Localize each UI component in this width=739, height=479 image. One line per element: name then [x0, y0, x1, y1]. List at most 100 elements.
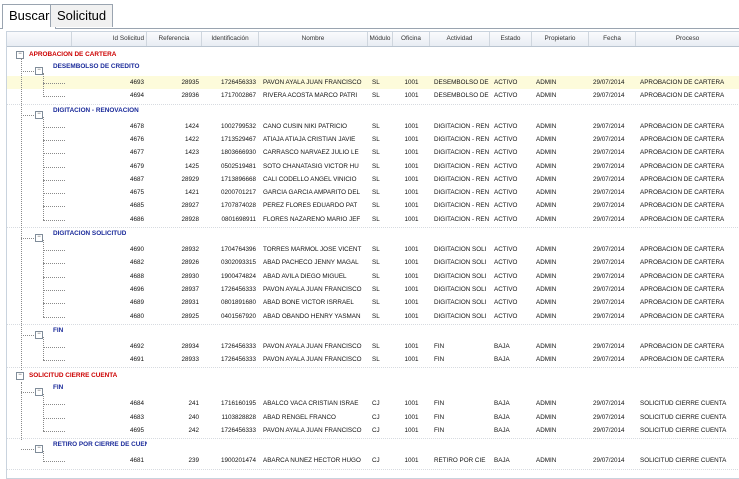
cell-actividad: DESEMBOLSO DE	[434, 79, 489, 86]
column-header-ident[interactable]: Identificación	[202, 32, 259, 46]
cell-actividad: FIN	[434, 400, 445, 408]
cell-nombre: ATIAJA ATIAJA CRISTIAN JAVIE	[263, 135, 356, 143]
table-row[interactable]: 4690 28932 1704764396 TORRES MARMOL JOSE VI…	[7, 243, 739, 256]
cell-fecha: 29/07/2014	[593, 427, 625, 434]
cell-ref: 1421	[184, 189, 199, 197]
cell-nombre: ABAD PACHECO JENNY MAGAL	[263, 259, 359, 267]
table-row[interactable]: 4692 28934 1726456333 PAVON AYALA JUAN FRAN…	[7, 340, 739, 353]
table-row[interactable]: 4680 28925 0401567920 ABAD OBANDO HENRY YAS…	[7, 310, 739, 323]
cell-propietario: ADMIN	[536, 175, 557, 183]
table-row[interactable]: 4693 28935 1726456333 PAVON AYALA JUAN FRAN…	[7, 76, 739, 89]
expand-toggle-icon[interactable]: −	[35, 67, 43, 75]
table-row[interactable]: 4695 242 1726456333 PAVON AYALA JUAN FRANCI…	[7, 424, 739, 437]
cell-proceso: APROBACION DE CARTERA	[640, 79, 725, 86]
cell-nombre: PAVON AYALA JUAN FRANCISCO	[263, 79, 362, 86]
column-header-nombre[interactable]: Nombre	[259, 32, 368, 46]
table-row[interactable]: 4685 28927 1707874028 PEREZ FLORES EDUARDO …	[7, 199, 739, 212]
table-row[interactable]: 4675 1421 0200701217 GARCIA GARCIA AMPARITO…	[7, 186, 739, 199]
expand-toggle-icon[interactable]: −	[35, 234, 43, 242]
expand-toggle-icon[interactable]: −	[16, 372, 24, 381]
cell-ident: 1900201474	[220, 457, 256, 465]
table-row[interactable]: 4689 28931 0801891680 ABAD BONE VICTOR ISRR…	[7, 296, 739, 309]
tree-connector	[43, 83, 65, 84]
tree-connector	[43, 336, 44, 361]
cell-oficina: 1001	[404, 312, 419, 320]
column-header-id[interactable]: Id Solicitud	[72, 32, 147, 46]
cell-oficina: 1001	[404, 259, 419, 267]
table-row[interactable]: 4686 28928 0801698911 FLORES NAZARENO MARIO…	[7, 213, 739, 226]
cell-ident: 0502519481	[220, 162, 256, 170]
cell-ident: 0200701217	[220, 189, 256, 197]
expand-toggle-icon[interactable]: −	[35, 110, 43, 119]
expand-toggle-icon[interactable]: −	[16, 51, 24, 59]
cell-modulo: SL	[372, 312, 380, 320]
cell-modulo: SL	[372, 189, 380, 197]
table-row[interactable]: 4691 28933 1726456333 PAVON AYALA JUAN FRAN…	[7, 353, 739, 366]
table-row[interactable]: 4696 28937 1726456333 PAVON AYALA JUAN FRAN…	[7, 283, 739, 296]
column-header-modulo[interactable]: Módulo	[368, 32, 393, 46]
cell-ident: 1713529467	[220, 135, 256, 143]
column-header-ref[interactable]: Referencia	[147, 32, 202, 46]
group-separator	[7, 323, 739, 325]
tree-connector	[43, 394, 44, 432]
cell-estado: ACTIVO	[494, 135, 518, 143]
cell-modulo: SL	[372, 259, 380, 267]
column-header-estado[interactable]: Estado	[490, 32, 532, 46]
cell-fecha: 29/07/2014	[593, 400, 625, 408]
tree-connector	[21, 58, 22, 370]
cell-actividad: DIGITACION - REN	[434, 202, 490, 210]
cell-propietario: ADMIN	[536, 246, 557, 253]
cell-id: 4686	[129, 215, 144, 223]
expand-toggle-icon[interactable]: −	[35, 445, 43, 454]
column-header-propietario[interactable]: Propietario	[532, 32, 589, 46]
expand-toggle-icon[interactable]: −	[35, 388, 43, 397]
cell-fecha: 29/07/2014	[593, 215, 625, 223]
table-row[interactable]: 4694 28936 1717002867 RIVERA ACOSTA MARCO P…	[7, 89, 739, 102]
column-header-actividad[interactable]: Actividad	[430, 32, 490, 46]
table-row[interactable]: 4687 28929 1713896668 CALI CODELLO ANGEL VI…	[7, 173, 739, 186]
group-header-5: SOLICITUD CIERRE CUENTA	[29, 372, 118, 380]
table-row[interactable]: 4678 1424 1002799532 CANO CUSIN NIKI PATRIC…	[7, 120, 739, 133]
cell-propietario: ADMIN	[536, 413, 557, 421]
cell-modulo: SL	[372, 272, 380, 280]
cell-modulo: SL	[372, 79, 380, 86]
column-header-proceso[interactable]: Proceso	[636, 32, 739, 46]
tree-connector	[43, 73, 44, 97]
tab-buscar[interactable]: Buscar	[2, 4, 57, 29]
cell-modulo: SL	[372, 202, 380, 210]
cell-id: 4694	[129, 92, 144, 100]
table-row[interactable]: 4682 28926 0302093315 ABAD PACHECO JENNY MA…	[7, 256, 739, 269]
column-header-fecha[interactable]: Fecha	[589, 32, 636, 46]
cell-proceso: APROBACION DE CARTERA	[640, 92, 725, 100]
cell-id: 4690	[129, 246, 144, 253]
table-row[interactable]: 4676 1422 1713529467 ATIAJA ATIAJA CRISTIAN…	[7, 133, 739, 146]
grid-header: Id Solicitud Referencia Identificación Nomb…	[7, 32, 739, 47]
cell-id: 4681	[129, 457, 144, 465]
table-row[interactable]: 4683 240 1103828828 ABAD RENGEL FRANCO CJ 100…	[7, 411, 739, 424]
cell-proceso: APROBACION DE CARTERA	[640, 215, 725, 223]
table-row[interactable]: 4688 28930 1900474824 ABAD AVILA DIEGO MIGU…	[7, 270, 739, 283]
column-header-oficina[interactable]: Oficina	[393, 32, 430, 46]
cell-modulo: SL	[372, 356, 380, 364]
cell-modulo: SL	[372, 299, 380, 307]
cell-estado: ACTIVO	[494, 259, 518, 267]
table-row[interactable]: 4679 1425 0502519481 SOTO CHANATASIG VICTOR…	[7, 160, 739, 173]
cell-fecha: 29/07/2014	[593, 149, 625, 157]
cell-nombre: CARRASCO NARVAEZ JULIO LE	[263, 149, 359, 157]
tree-connector	[43, 461, 65, 463]
cell-ref: 28926	[181, 259, 199, 267]
cell-fecha: 29/07/2014	[593, 246, 625, 253]
table-row[interactable]: 4684 241 1716160195 ABALCO VACA CRISTIAN IS…	[7, 397, 739, 410]
cell-nombre: CALI CODELLO ANGEL VINICIO	[263, 175, 357, 183]
cell-ident: 0401567920	[220, 312, 256, 320]
cell-propietario: ADMIN	[536, 457, 557, 465]
cell-propietario: ADMIN	[536, 122, 557, 130]
tab-solicitud[interactable]: Solicitud	[50, 4, 114, 27]
expand-toggle-icon[interactable]: −	[35, 330, 43, 339]
cell-nombre: FLORES NAZARENO MARIO JEF	[263, 215, 361, 223]
cell-ident: 1900474824	[220, 272, 256, 280]
cell-ref: 1425	[184, 162, 199, 170]
table-row[interactable]: 4677 1423 1803666930 CARRASCO NARVAEZ JULIO…	[7, 146, 739, 159]
table-row[interactable]: 4681 239 1900201474 ABARCA NUNEZ HECTOR HUG…	[7, 454, 739, 467]
cell-ref: 28930	[181, 272, 199, 280]
